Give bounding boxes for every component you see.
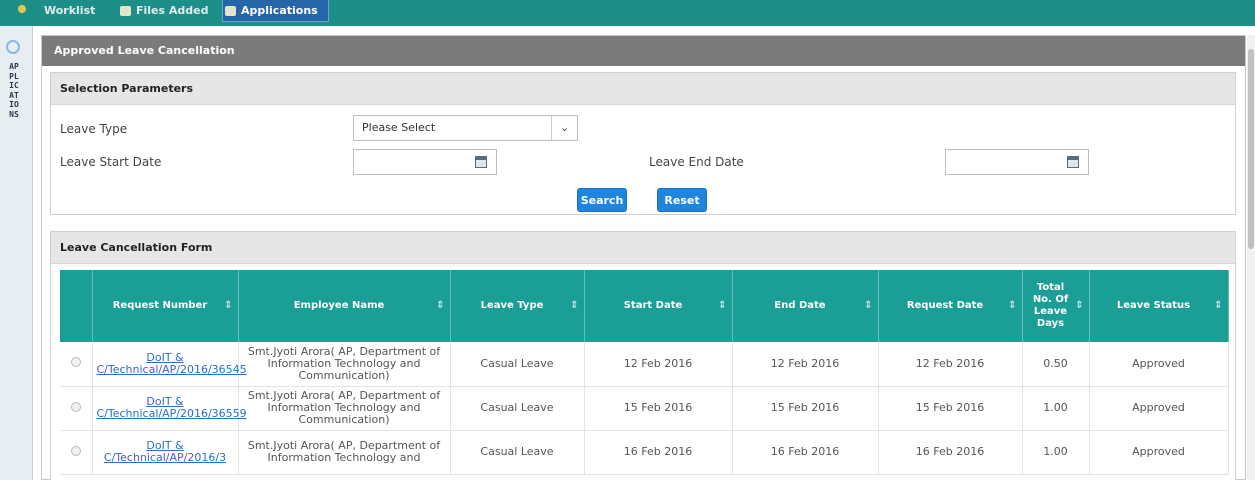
leave-type-cell: Casual Leave — [450, 430, 585, 475]
sort-icon[interactable]: ⇕ — [1075, 300, 1083, 312]
leave-type-cell: Casual Leave — [450, 342, 585, 387]
total-days-cell: 0.50 — [1022, 342, 1090, 387]
leave-type-select[interactable]: Please Select ⌄ — [353, 115, 578, 141]
tab-files-added[interactable]: Files Added — [118, 0, 209, 22]
side-applications-strip[interactable]: APPLICATIONS — [0, 26, 33, 480]
applications-vertical-label: APPLICATIONS — [9, 62, 19, 119]
row-select-cell[interactable] — [60, 430, 93, 475]
leave-type-cell: Casual Leave — [450, 386, 585, 431]
table-row[interactable]: DoIT & C/Technical/AP/2016/36559 Smt.Jyo… — [60, 386, 1229, 431]
calendar-icon[interactable] — [1067, 156, 1079, 168]
circle-icon[interactable] — [6, 40, 20, 54]
header-label: Request Date — [906, 300, 984, 311]
tab-label: Files Added — [136, 4, 209, 17]
header-label: Leave Status — [1116, 300, 1191, 311]
header-label: Employee Name — [293, 300, 385, 311]
row-select-cell[interactable] — [60, 342, 93, 387]
request-date-cell: 16 Feb 2016 — [878, 430, 1023, 475]
leave-end-date-label: Leave End Date — [649, 155, 744, 169]
chevron-down-icon: ⌄ — [551, 116, 577, 140]
header-label: End Date — [774, 300, 826, 311]
request-date-cell: 12 Feb 2016 — [878, 342, 1023, 387]
request-number-link[interactable]: DoIT & C/Technical/AP/2016/36545 — [97, 351, 247, 376]
leave-status-cell: Approved — [1089, 342, 1229, 387]
search-button[interactable]: Search — [577, 188, 627, 212]
column-header-total-days[interactable]: Total No. Of Leave Days ⇕ — [1022, 270, 1090, 342]
header-label: Request Number — [112, 300, 208, 311]
files-icon — [120, 6, 131, 16]
column-header-request-number[interactable]: Request Number ⇕ — [92, 270, 239, 342]
selection-parameters-section: Selection Parameters Leave Type Please S… — [50, 72, 1236, 215]
header-label: Start Date — [623, 300, 683, 311]
column-header-leave-type[interactable]: Leave Type ⇕ — [450, 270, 585, 342]
top-nav: Worklist Files Added Applications — [0, 0, 1255, 26]
applications-icon — [225, 6, 236, 16]
column-header-request-date[interactable]: Request Date ⇕ — [878, 270, 1023, 342]
request-number-cell[interactable]: DoIT & C/Technical/AP/2016/36559 — [92, 386, 247, 431]
sort-icon[interactable]: ⇕ — [570, 300, 578, 312]
sort-icon[interactable]: ⇕ — [1008, 300, 1016, 312]
employee-name-cell: Smt.Jyoti Arora( AP, Department of Infor… — [238, 342, 451, 387]
select-column-header — [60, 270, 93, 342]
request-number-link[interactable]: DoIT & C/Technical/AP/2016/36559 — [97, 395, 247, 420]
table-row[interactable]: DoIT & C/Technical/AP/2016/3 Smt.Jyoti A… — [60, 430, 1229, 475]
leave-start-date-input[interactable] — [353, 149, 497, 175]
start-date-cell: 12 Feb 2016 — [584, 342, 733, 387]
column-header-leave-status[interactable]: Leave Status ⇕ — [1089, 270, 1229, 342]
leave-start-date-label: Leave Start Date — [60, 155, 162, 169]
column-header-start-date[interactable]: Start Date ⇕ — [584, 270, 733, 342]
sort-icon[interactable]: ⇕ — [864, 300, 872, 312]
header-label: Leave Type — [480, 300, 544, 311]
leave-status-cell: Approved — [1089, 386, 1229, 431]
tab-label: Worklist — [44, 4, 96, 17]
leave-status-cell: Approved — [1089, 430, 1229, 475]
row-radio[interactable] — [70, 401, 81, 412]
tab-applications[interactable]: Applications — [222, 0, 329, 22]
leave-type-label: Leave Type — [60, 122, 128, 136]
main-panel: Approved Leave Cancellation Selection Pa… — [41, 35, 1246, 480]
sort-icon[interactable]: ⇕ — [1214, 300, 1222, 312]
tab-worklist[interactable]: Worklist — [26, 0, 95, 22]
page-scrollbar[interactable] — [1247, 35, 1255, 480]
total-days-cell: 1.00 — [1022, 386, 1090, 431]
sort-icon[interactable]: ⇕ — [224, 300, 232, 312]
start-date-cell: 16 Feb 2016 — [584, 430, 733, 475]
row-radio[interactable] — [70, 445, 81, 456]
leave-cancellation-form-section: Leave Cancellation Form Request Number ⇕ … — [50, 231, 1236, 480]
end-date-cell: 12 Feb 2016 — [732, 342, 879, 387]
column-header-end-date[interactable]: End Date ⇕ — [732, 270, 879, 342]
reset-button[interactable]: Reset — [657, 188, 707, 212]
section-title: Selection Parameters — [51, 73, 1235, 105]
header-label: Total No. Of Leave Days — [1032, 282, 1069, 329]
section-title: Leave Cancellation Form — [51, 232, 1235, 264]
total-days-cell: 1.00 — [1022, 430, 1090, 475]
table-row[interactable]: DoIT & C/Technical/AP/2016/36545 Smt.Jyo… — [60, 342, 1229, 387]
sort-icon[interactable]: ⇕ — [436, 300, 444, 312]
end-date-cell: 16 Feb 2016 — [732, 430, 879, 475]
employee-name-cell: Smt.Jyoti Arora( AP, Department of Infor… — [238, 430, 451, 475]
request-date-cell: 15 Feb 2016 — [878, 386, 1023, 431]
request-number-link[interactable]: DoIT & C/Technical/AP/2016/3 — [104, 439, 226, 464]
table-header-row: Request Number ⇕ Employee Name ⇕ Leave Typ… — [60, 270, 1229, 342]
column-header-employee-name[interactable]: Employee Name ⇕ — [238, 270, 451, 342]
sort-icon[interactable]: ⇕ — [718, 300, 726, 312]
employee-name-cell: Smt.Jyoti Arora( AP, Department of Infor… — [238, 386, 451, 431]
calendar-icon[interactable] — [475, 156, 487, 168]
scrollbar-thumb[interactable] — [1248, 49, 1254, 249]
row-select-cell[interactable] — [60, 386, 93, 431]
request-number-cell[interactable]: DoIT & C/Technical/AP/2016/36545 — [92, 342, 247, 387]
page-title: Approved Leave Cancellation — [42, 36, 1245, 66]
leave-end-date-input[interactable] — [945, 149, 1089, 175]
leave-type-value: Please Select — [362, 121, 436, 134]
worklist-icon — [18, 5, 26, 13]
leave-table: Request Number ⇕ Employee Name ⇕ Leave Typ… — [60, 270, 1229, 475]
start-date-cell: 15 Feb 2016 — [584, 386, 733, 431]
row-radio[interactable] — [70, 357, 81, 368]
tab-label: Applications — [241, 4, 318, 17]
request-number-cell[interactable]: DoIT & C/Technical/AP/2016/3 — [92, 430, 239, 475]
end-date-cell: 15 Feb 2016 — [732, 386, 879, 431]
